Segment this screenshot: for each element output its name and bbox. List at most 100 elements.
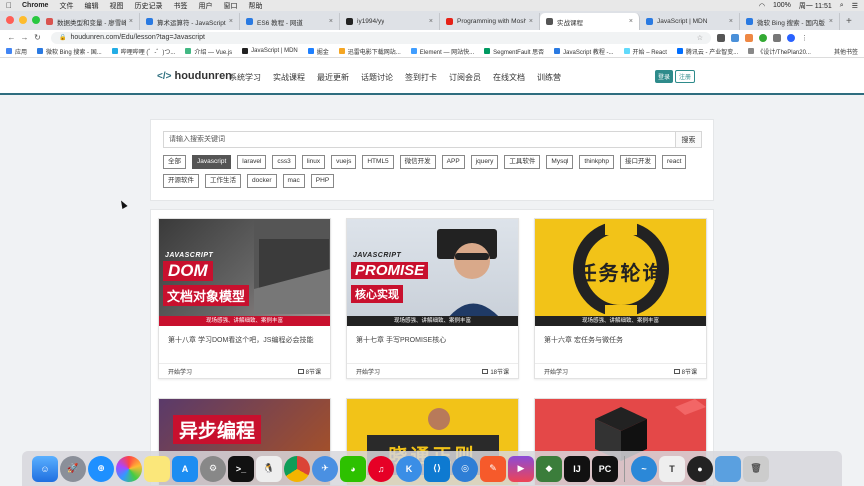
register-button[interactable]: 注册	[675, 70, 696, 83]
webstorm-icon[interactable]: ◎	[452, 455, 478, 482]
bookmark-item[interactable]: 《设计/ThePlan20...	[748, 47, 811, 56]
wifi-icon[interactable]: ◠	[759, 2, 765, 10]
close-tab-icon[interactable]: ×	[226, 18, 233, 25]
profile-avatar[interactable]	[787, 33, 795, 42]
tag-filter[interactable]: 全部	[163, 155, 186, 169]
feishu-icon[interactable]: ~	[631, 455, 657, 482]
course-thumbnail[interactable]: JAVASCRIPT DOM 文档对象模型 现场感强、讲解细致、案例丰富	[159, 219, 330, 326]
course-title[interactable]: 第十八章 学习DOM看这个吧，JS编程必会技能	[159, 326, 330, 363]
tag-filter[interactable]: 工具软件	[504, 155, 541, 169]
extension-icon[interactable]	[773, 33, 781, 42]
browser-tab[interactable]: JavaScript | MDN ×	[640, 13, 740, 30]
tag-filter[interactable]: 工作生活	[205, 174, 241, 188]
lock-icon[interactable]: 🔒	[59, 34, 66, 41]
bookmark-item[interactable]: JavaScript | MDN	[242, 47, 298, 56]
site-logo[interactable]: </> houdunren	[157, 70, 232, 82]
bookmark-item[interactable]: Element — 网站快...	[410, 47, 474, 56]
course-card[interactable]: JAVASCRIPT DOM 文档对象模型 现场感强、讲解细致、案例丰富 第十八…	[158, 218, 331, 379]
browser-tab[interactable]: 算术运算符 - JavaScript 教程×	[140, 13, 240, 30]
wechat-icon[interactable]: ◕	[340, 455, 366, 482]
other-bookmarks[interactable]: 其他书签	[834, 47, 858, 56]
tag-filter[interactable]: vuejs	[331, 155, 357, 169]
menu-history[interactable]: 历史记录	[134, 1, 162, 11]
launchpad-icon[interactable]: 🚀	[60, 455, 86, 482]
bookmark-item[interactable]: 迅雷电影下载网站...	[338, 47, 401, 56]
tag-filter[interactable]: Mysql	[546, 155, 574, 169]
pycharm-icon[interactable]: PC	[592, 455, 618, 482]
extension-icon[interactable]	[759, 33, 767, 42]
menu-view[interactable]: 视图	[109, 1, 123, 11]
course-title[interactable]: 第十六章 宏任务与微任务	[535, 326, 706, 363]
address-bar[interactable]: 🔒 houdunren.com/Edu/lesson?tag=Javascrip…	[51, 31, 711, 44]
finder-icon[interactable]: ☺	[32, 455, 58, 482]
course-thumbnail[interactable]: 任务轮询 现场感强、讲解细致、案例丰富	[535, 219, 706, 326]
menu-edit[interactable]: 编辑	[84, 1, 98, 11]
netease-music-icon[interactable]: ♫	[368, 455, 394, 482]
minimize-window-button[interactable]	[19, 16, 27, 24]
tag-filter[interactable]: APP	[441, 155, 465, 169]
close-tab-icon[interactable]: ×	[126, 18, 133, 25]
start-learning-link[interactable]: 开始学习	[168, 367, 192, 376]
search-button[interactable]: 搜索	[675, 131, 702, 148]
app-store-icon[interactable]: A	[172, 455, 198, 482]
menu-bookmarks[interactable]: 书签	[173, 1, 187, 11]
reload-icon[interactable]: ↻	[32, 33, 43, 42]
back-icon[interactable]: ←	[6, 33, 17, 42]
search-input[interactable]	[163, 131, 675, 148]
tag-filter[interactable]: thinkphp	[579, 155, 614, 169]
menu-window[interactable]: 窗口	[223, 1, 237, 11]
menu-user[interactable]: 用户	[198, 1, 212, 11]
airmail-icon[interactable]: ✈	[312, 455, 338, 482]
chrome-menu-icon[interactable]: ⋮	[801, 34, 808, 42]
tag-filter[interactable]: Javascript	[192, 155, 232, 169]
tag-filter[interactable]: 开源软件	[163, 174, 199, 188]
trash-icon[interactable]: 🗑	[743, 455, 769, 482]
nav-item[interactable]: 订阅会员	[449, 72, 481, 83]
spotlight-icon[interactable]: ⌕	[840, 2, 844, 10]
close-window-button[interactable]	[6, 16, 14, 24]
final-cut-icon[interactable]: ▶	[508, 455, 534, 482]
close-tab-icon[interactable]: ×	[526, 18, 533, 25]
chrome-icon[interactable]	[284, 455, 310, 482]
typora-icon[interactable]: T	[659, 455, 685, 482]
nav-item[interactable]: 训练营	[537, 72, 561, 83]
tag-filter[interactable]: linux	[301, 155, 326, 169]
menu-app[interactable]: Chrome	[22, 2, 48, 9]
nav-item[interactable]: 最近更新	[317, 72, 349, 83]
bookmark-item[interactable]: JavaScript 教程 -...	[554, 47, 614, 56]
menu-file[interactable]: 文件	[59, 1, 73, 11]
close-tab-icon[interactable]: ×	[426, 18, 433, 25]
bookmark-item[interactable]: 开始 – React	[623, 47, 667, 56]
browser-tab[interactable]: 微软 Bing 搜索 - 国内版 ×	[740, 13, 840, 30]
bookmark-item[interactable]: 微软 Bing 搜索 - 国...	[37, 47, 102, 56]
extension-icon[interactable]	[717, 33, 725, 42]
qq-icon[interactable]: 🐧	[256, 455, 282, 482]
notes-icon[interactable]	[144, 455, 170, 482]
nav-item[interactable]: 实战课程	[273, 72, 305, 83]
system-preferences-icon[interactable]: ⚙	[200, 455, 226, 482]
close-tab-icon[interactable]: ×	[726, 18, 733, 25]
bookmark-star-icon[interactable]: ☆	[697, 34, 703, 42]
tag-filter[interactable]: HTML5	[362, 155, 394, 169]
bookmark-item[interactable]: 掘金	[307, 47, 329, 56]
browser-tab[interactable]: Programming with Mosh - YouTube×	[440, 13, 540, 30]
start-learning-link[interactable]: 开始学习	[544, 367, 568, 376]
course-title[interactable]: 第十七章 手写PROMISE核心	[347, 326, 518, 363]
tag-filter[interactable]: mac	[282, 174, 305, 188]
course-thumbnail[interactable]: JAVASCRIPT PROMISE 核心实现 现场感强、讲解细致、案例丰富	[347, 219, 518, 326]
tag-filter[interactable]: PHP	[310, 174, 335, 188]
close-tab-icon[interactable]: ×	[326, 18, 333, 25]
nav-item[interactable]: 在线文档	[493, 72, 525, 83]
tag-filter[interactable]: css3	[272, 155, 296, 169]
obs-icon[interactable]: ●	[687, 455, 713, 482]
new-tab-button[interactable]: +	[840, 13, 858, 30]
course-card[interactable]: 任务轮询 现场感强、讲解细致、案例丰富 第十六章 宏任务与微任务 开始学习 8节…	[534, 218, 707, 379]
battery-text[interactable]: 100%	[773, 2, 791, 9]
downloads-folder-icon[interactable]	[715, 455, 741, 482]
login-button[interactable]: 登录	[655, 70, 674, 83]
photos-icon[interactable]	[116, 455, 142, 482]
nav-item[interactable]: 系统学习	[229, 72, 261, 83]
close-tab-icon[interactable]: ×	[826, 18, 833, 25]
tag-filter[interactable]: 接口开发	[619, 155, 656, 169]
keynote-icon[interactable]: K	[396, 455, 422, 482]
